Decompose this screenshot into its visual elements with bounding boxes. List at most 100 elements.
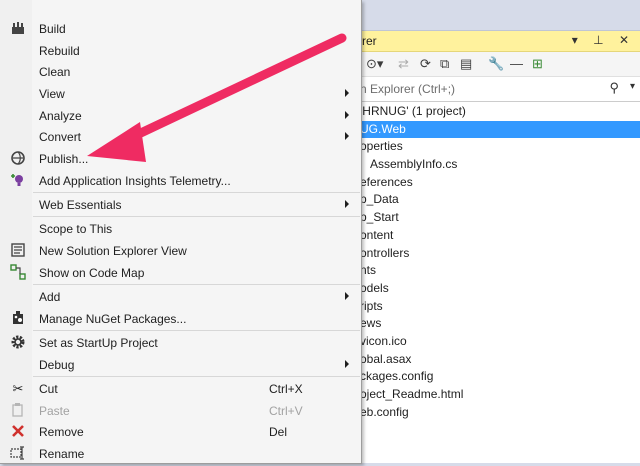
scissors-icon: ✂ [12, 381, 24, 396]
menu-item-label: Add [39, 290, 61, 304]
menu-item-shortcut: Ctrl+X [269, 382, 303, 396]
menu-item-debug[interactable]: Debug [0, 354, 361, 375]
submenu-arrow-icon [345, 292, 349, 300]
menu-item-label: Rebuild [39, 44, 80, 58]
paste-icon [9, 402, 27, 420]
menu-item-label: Paste [39, 404, 70, 418]
title-window-controls[interactable]: ▾ ⊥ ✕ [572, 33, 635, 47]
tree-item[interactable]: oject_Readme.html [356, 386, 640, 404]
menu-item-new-solution-explorer-view[interactable]: New Solution Explorer View [0, 240, 361, 261]
menu-item-scope-to-this[interactable]: Scope to This [0, 218, 361, 239]
menu-item-label: View [39, 87, 65, 101]
menu-item-add[interactable]: Add [0, 286, 361, 307]
search-placeholder: n Explorer (Ctrl+;) [360, 82, 456, 96]
preview-icon[interactable]: — [510, 56, 523, 72]
menu-item-manage-nuget[interactable]: Manage NuGet Packages... [0, 308, 361, 329]
tree-item[interactable]: AssemblyInfo.cs [356, 156, 640, 174]
solution-explorer-title: rer [362, 34, 377, 48]
refresh-icon[interactable]: ⟳ [420, 56, 431, 72]
menu-separator [33, 284, 360, 285]
tree-item[interactable]: ripts [356, 298, 640, 316]
properties-wrench-icon[interactable]: 🔧 [488, 56, 504, 72]
solution-explorer-title-bar[interactable]: rer ▾ ⊥ ✕ [356, 31, 640, 52]
menu-item-add-application-insights[interactable]: Add Application Insights Telemetry... [0, 170, 361, 191]
tree-item[interactable]: nts [356, 262, 640, 280]
search-options-chevron-icon[interactable]: ▾ [630, 81, 635, 92]
menu-item-rebuild[interactable]: Rebuild [0, 40, 361, 61]
submenu-arrow-icon [345, 132, 349, 140]
tree-item-selected[interactable]: UG.Web [356, 120, 640, 139]
tree-item[interactable]: ews [356, 315, 640, 333]
solution-explorer-search[interactable]: n Explorer (Ctrl+;) ⚲ ▾ [356, 77, 640, 102]
menu-item-publish[interactable]: Publish... [0, 148, 361, 169]
menu-item-label: Manage NuGet Packages... [39, 312, 187, 326]
menu-item-label: Remove [39, 425, 84, 439]
ide-top-bar [355, 0, 640, 31]
menu-item-view[interactable]: View [0, 83, 361, 104]
tree-item[interactable]: ckages.config [356, 368, 640, 386]
menu-item-clean[interactable]: Clean [0, 61, 361, 82]
tree-item[interactable]: operties [356, 138, 640, 156]
gear-icon [9, 334, 27, 352]
menu-item-label: Web Essentials [39, 198, 122, 212]
rename-icon [9, 445, 27, 463]
menu-item-label: Show on Code Map [39, 266, 145, 280]
menu-item-analyze[interactable]: Analyze [0, 105, 361, 126]
tree-item[interactable]: eb.config [356, 404, 640, 422]
menu-item-label: Build [39, 22, 66, 36]
menu-item-label: New Solution Explorer View [39, 244, 187, 258]
menu-item-set-as-startup[interactable]: Set as StartUp Project [0, 332, 361, 353]
menu-item-label: Rename [39, 447, 85, 461]
menu-separator [33, 376, 360, 377]
menu-item-label: Publish... [39, 152, 89, 166]
submenu-arrow-icon [345, 111, 349, 119]
menu-item-label: Set as StartUp Project [39, 336, 158, 350]
menu-item-label: Add Application Insights Telemetry... [39, 174, 231, 188]
submenu-arrow-icon [345, 89, 349, 97]
insights-icon [9, 172, 27, 190]
tree-item[interactable]: p_Start [356, 209, 640, 227]
menu-item-shortcut: Ctrl+V [269, 404, 303, 418]
tree-item[interactable]: ontent [356, 227, 640, 245]
pending-changes-icon[interactable]: ⇄ [398, 56, 409, 72]
submenu-arrow-icon [345, 200, 349, 208]
build-icon [9, 20, 27, 38]
menu-item-show-on-code-map[interactable]: Show on Code Map [0, 262, 361, 283]
code-map-icon [9, 264, 27, 282]
nuget-icon [9, 310, 27, 328]
solution-explorer-toolbar: ⊙▾ ⇄ ⟳ ⧉ ▤ 🔧 — ⊞ [356, 52, 640, 77]
menu-item-label: Analyze [39, 109, 82, 123]
menu-separator [33, 192, 360, 193]
collapse-all-icon[interactable]: ⧉ [440, 56, 449, 72]
new-explorer-view-icon [9, 242, 27, 260]
class-view-icon[interactable]: ⊞ [532, 56, 543, 72]
menu-separator [33, 330, 360, 331]
solution-explorer-panel: rer ▾ ⊥ ✕ ⊙▾ ⇄ ⟳ ⧉ ▤ 🔧 — ⊞ n Explorer (C… [355, 31, 640, 463]
tree-item[interactable]: ontrollers [356, 245, 640, 263]
tree-item[interactable]: eferences [356, 174, 640, 192]
menu-separator [33, 216, 360, 217]
menu-item-cut[interactable]: ✂ Cut Ctrl+X [0, 378, 361, 399]
sync-with-document-icon[interactable]: ⊙▾ [366, 56, 383, 72]
remove-icon [9, 423, 27, 441]
tree-item[interactable]: 'HRNUG' (1 project) [356, 103, 640, 121]
tree-item[interactable]: odels [356, 280, 640, 298]
menu-item-remove[interactable]: Remove Del [0, 421, 361, 442]
menu-item-rename[interactable]: Rename [0, 443, 361, 464]
menu-item-build[interactable]: Build [0, 18, 361, 39]
menu-item-shortcut: Del [269, 425, 288, 439]
tree-item[interactable]: vicon.ico [356, 333, 640, 351]
show-all-files-icon[interactable]: ▤ [460, 56, 472, 72]
search-icon[interactable]: ⚲ [609, 80, 619, 96]
project-context-menu: Build Rebuild Clean View Analyze Convert… [0, 0, 362, 464]
menu-item-convert[interactable]: Convert [0, 126, 361, 147]
menu-item-label: Cut [39, 382, 58, 396]
tree-item[interactable]: p_Data [356, 191, 640, 209]
menu-item-label: Convert [39, 130, 82, 144]
submenu-arrow-icon [345, 360, 349, 368]
menu-item-label: Debug [39, 358, 75, 372]
menu-item-paste[interactable]: Paste Ctrl+V [0, 400, 361, 421]
tree-item[interactable]: obal.asax [356, 351, 640, 369]
publish-icon [9, 150, 27, 168]
menu-item-web-essentials[interactable]: Web Essentials [0, 194, 361, 215]
